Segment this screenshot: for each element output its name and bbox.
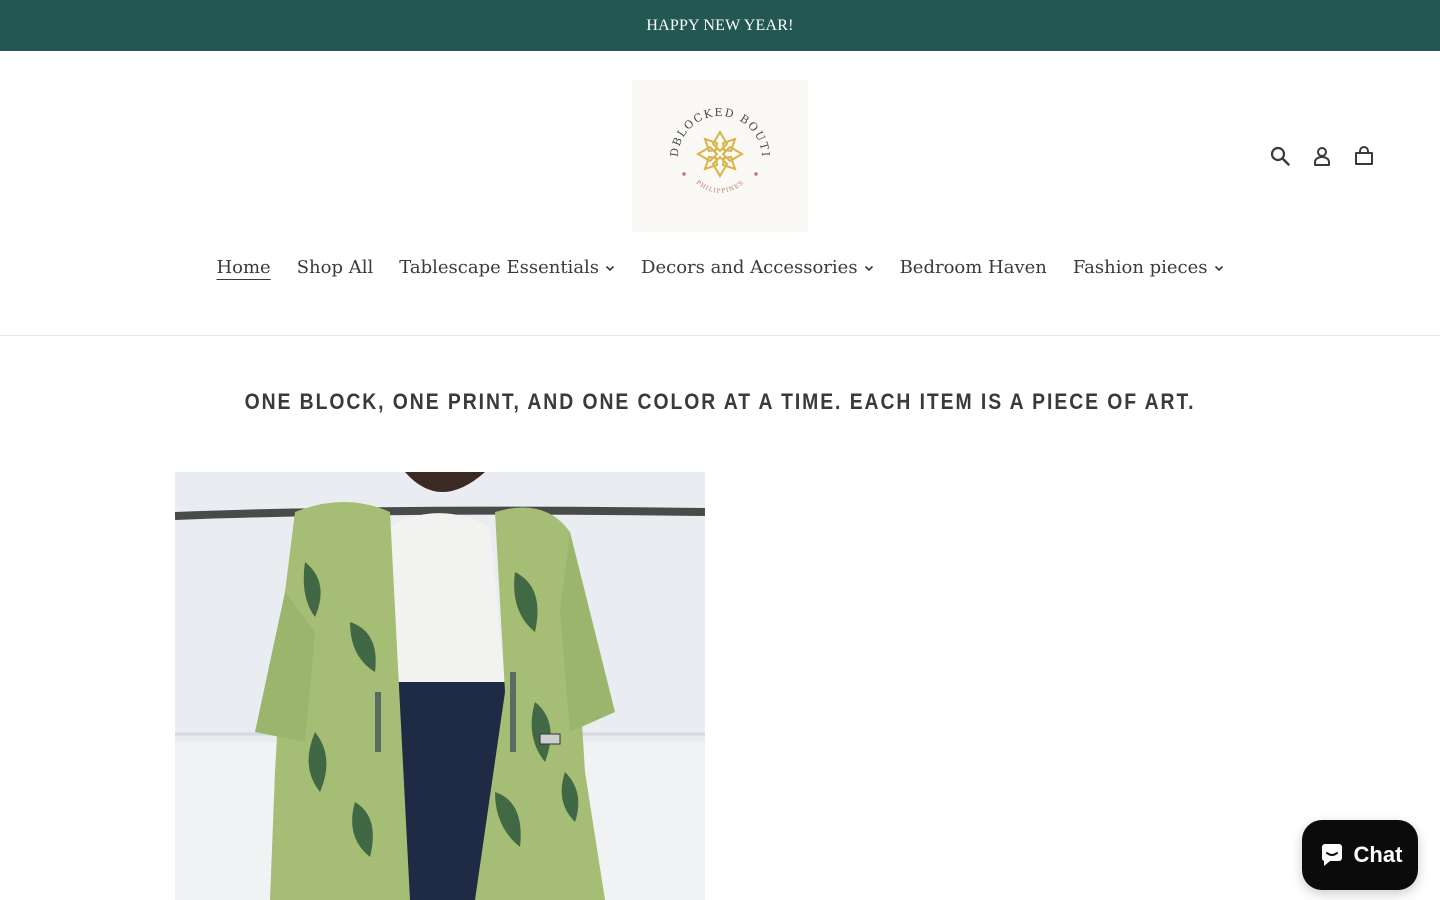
chat-button[interactable]: Chat (1302, 820, 1418, 890)
nav-item-shop-all[interactable]: Shop All (297, 257, 374, 278)
announcement-bar: HAPPY NEW YEAR! (0, 0, 1440, 51)
announcement-text: HAPPY NEW YEAR! (646, 16, 794, 34)
main-navigation: Home Shop All Tablescape Essentials Deco… (0, 257, 1440, 278)
chevron-down-icon (605, 265, 615, 271)
nav-item-label: Fashion pieces (1072, 257, 1208, 278)
svg-text:PHILIPPINES: PHILIPPINES (695, 179, 746, 195)
nav-item-home[interactable]: Home (216, 257, 270, 278)
nav-item-label: Bedroom Haven (899, 257, 1047, 278)
header-icons (1268, 144, 1376, 168)
search-icon[interactable] (1268, 144, 1292, 168)
nav-item-decors-and-accessories[interactable]: Decors and Accessories (641, 257, 874, 278)
nav-item-fashion-pieces[interactable]: Fashion pieces (1073, 257, 1224, 278)
nav-item-label: Shop All (296, 257, 374, 278)
nav-item-label: Home (216, 257, 271, 278)
nav-item-label: Tablescape Essentials (399, 257, 600, 278)
logo-emblem-icon: HANDBLOCKED BOUTIQUE PHILIPPINES (660, 96, 770, 195)
store-logo[interactable]: HANDBLOCKED BOUTIQUE PHILIPPINES (632, 80, 808, 232)
chevron-down-icon (864, 265, 873, 271)
kimono-model-photo (175, 472, 705, 900)
site-header: HANDBLOCKED BOUTIQUE PHILIPPINES (0, 51, 1440, 336)
chat-label: Chat (1353, 842, 1403, 867)
featured-product-image[interactable] (175, 472, 705, 900)
nav-item-bedroom-haven[interactable]: Bedroom Haven (900, 257, 1047, 278)
account-icon[interactable] (1310, 144, 1334, 168)
cart-icon[interactable] (1352, 144, 1376, 168)
chevron-down-icon (1214, 265, 1223, 271)
nav-item-tablescape-essentials[interactable]: Tablescape Essentials (399, 257, 615, 278)
hero-tagline: ONE BLOCK, ONE PRINT, AND ONE COLOR AT A… (244, 389, 1196, 414)
logo-sub-text: PHILIPPINES (695, 179, 745, 195)
nav-item-label: Decors and Accessories (641, 257, 858, 278)
chat-bubble-icon (1321, 844, 1342, 866)
flower-emblem (696, 130, 744, 178)
